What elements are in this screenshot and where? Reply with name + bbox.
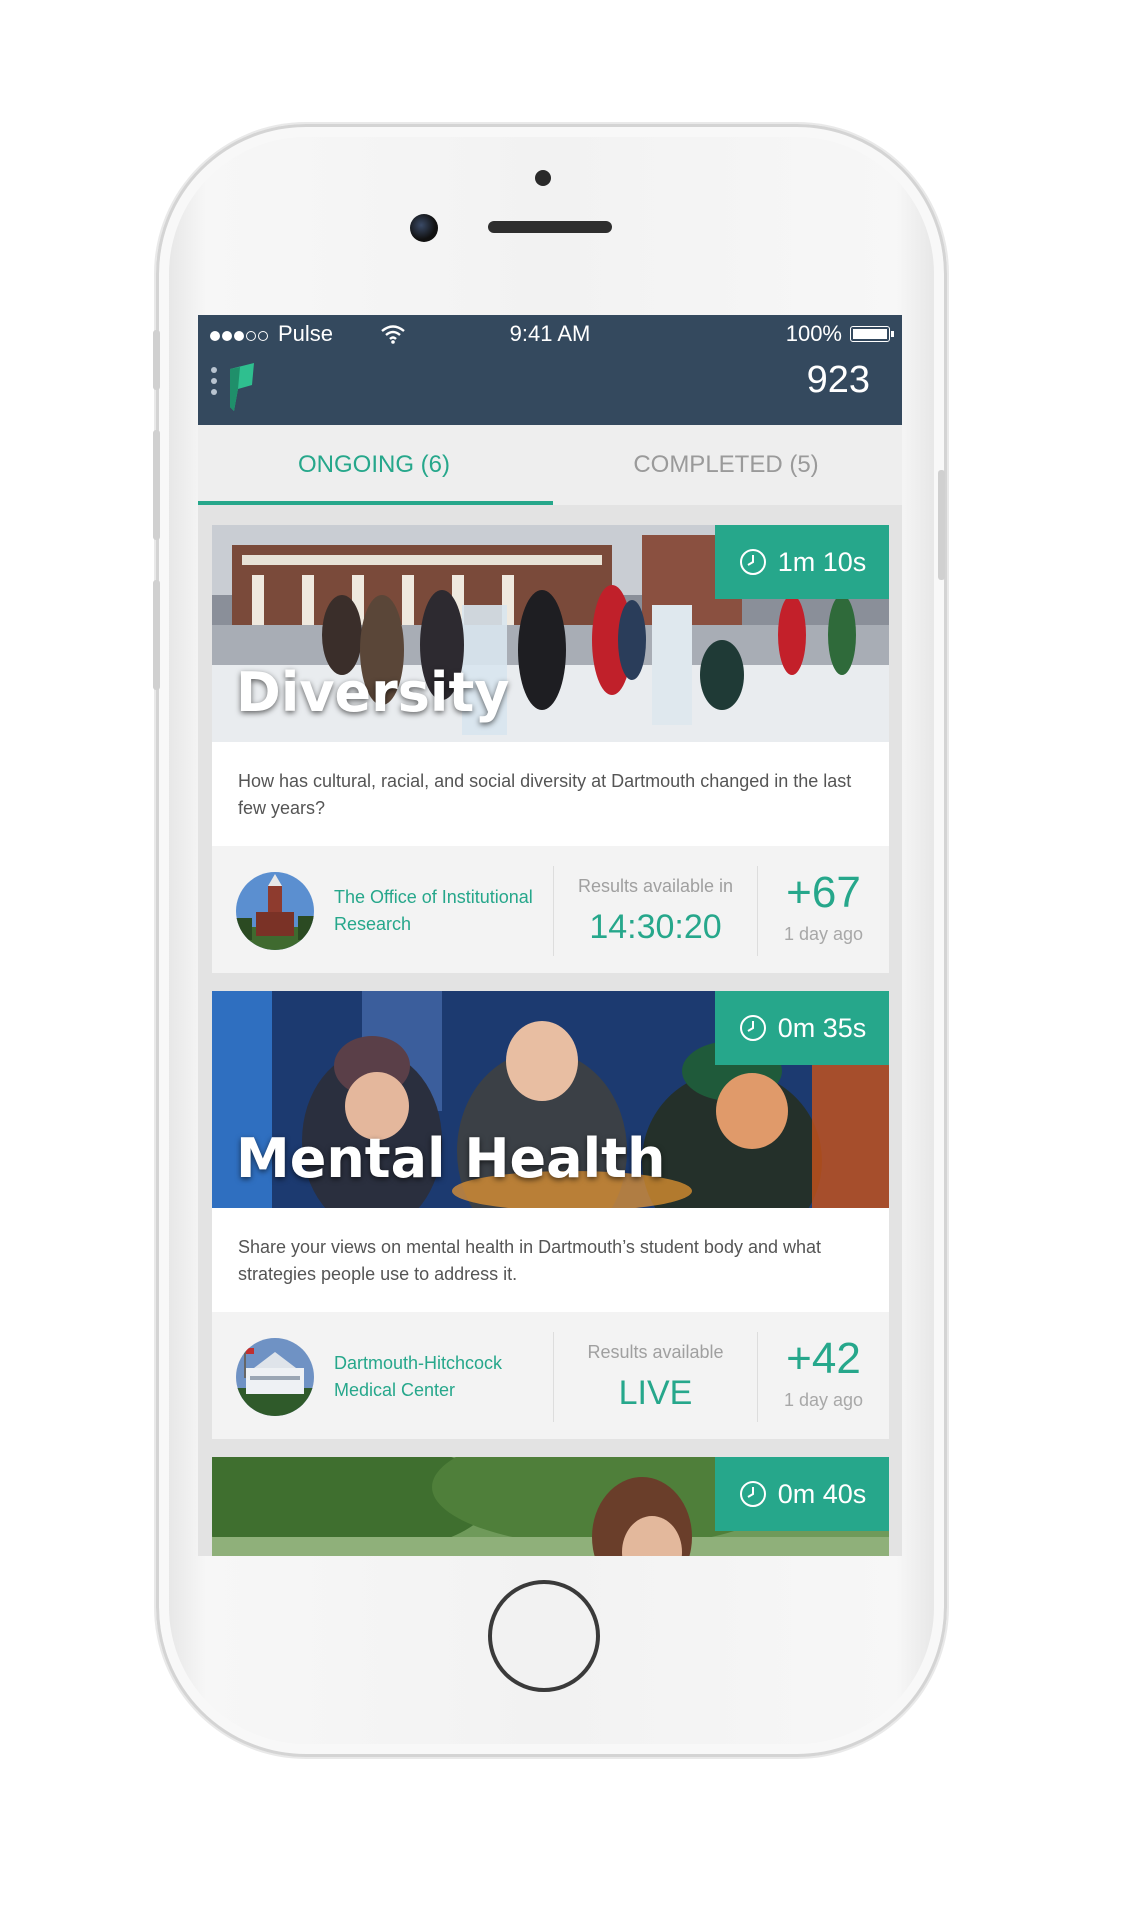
- description-text: How has cultural, racial, and social div…: [238, 771, 852, 818]
- front-camera: [410, 214, 438, 242]
- timer-text: 1m 10s: [777, 546, 867, 577]
- proximity-sensor: [535, 170, 551, 186]
- time-estimate-badge: 0m 40s: [715, 1457, 889, 1531]
- tab-completed[interactable]: COMPLETED (5): [550, 425, 902, 505]
- org-avatar: [236, 872, 314, 950]
- results-status: LIVE: [618, 1374, 693, 1412]
- description-text: Share your views on mental health in Dar…: [238, 1237, 822, 1284]
- card-hero-image: Diversity 1m 10s: [212, 525, 889, 742]
- delta-age: 1 day ago: [783, 1390, 864, 1410]
- card-title: Mental Health: [236, 1127, 666, 1190]
- volume-up-button: [153, 430, 160, 540]
- menu-icon[interactable]: [211, 367, 217, 400]
- earpiece-speaker: [488, 221, 612, 233]
- survey-card[interactable]: Diversity 1m 10s How has cultural, racia…: [212, 525, 889, 973]
- delta-age: 1 day ago: [783, 924, 864, 944]
- card-footer: The Office of Institutional Research Res…: [212, 846, 889, 973]
- response-delta: +42: [786, 1334, 861, 1383]
- timer-text: 0m 35s: [777, 1012, 867, 1043]
- card-hero-image: Mental Health 0m 35s: [212, 991, 889, 1208]
- tab-ongoing[interactable]: ONGOING (6): [198, 425, 550, 505]
- pulse-logo-icon: [230, 363, 254, 411]
- org-name[interactable]: The Office of Institutional Research: [334, 884, 534, 938]
- power-button: [938, 470, 945, 580]
- card-hero-image: 0m 40s: [212, 1457, 889, 1556]
- org-name[interactable]: Dartmouth-Hitchcock Medical Center: [334, 1350, 534, 1404]
- volume-down-button: [153, 580, 160, 690]
- card-title: Diversity: [236, 661, 510, 724]
- timer-text: 0m 40s: [777, 1478, 867, 1509]
- battery-icon: [850, 326, 894, 342]
- time-estimate-badge: 0m 35s: [715, 991, 889, 1065]
- results-countdown: 14:30:20: [589, 908, 722, 946]
- org-building-image: [236, 1338, 314, 1416]
- results-label: Results available in: [577, 876, 734, 896]
- app-screen: Pulse 9:41 AM 100% 923 ONGOING (6) COMPL…: [198, 315, 902, 1556]
- tab-bar: ONGOING (6) COMPLETED (5): [198, 425, 902, 505]
- mute-switch: [153, 330, 160, 390]
- app-header: Pulse 9:41 AM 100% 923: [198, 315, 902, 425]
- clock-icon: [739, 549, 766, 575]
- survey-card[interactable]: 0m 40s: [212, 1457, 889, 1556]
- home-button[interactable]: [488, 1580, 600, 1692]
- results-label: Results available: [587, 1342, 724, 1362]
- clock-icon: [739, 1481, 766, 1507]
- org-avatar: [236, 1338, 314, 1416]
- battery-percent: 100%: [785, 321, 842, 346]
- time-estimate-badge: 1m 10s: [715, 525, 889, 599]
- clock-icon: [739, 1015, 766, 1041]
- card-footer: Dartmouth-Hitchcock Medical Center Resul…: [212, 1312, 889, 1439]
- org-building-image: [236, 872, 314, 950]
- survey-card[interactable]: Mental Health 0m 35s Share your views on…: [212, 991, 889, 1439]
- response-delta: +67: [786, 868, 861, 917]
- points-score: 923: [806, 359, 870, 401]
- battery-status: 100%: [785, 321, 894, 347]
- active-tab-indicator: [198, 501, 553, 505]
- card-description: Share your views on mental health in Dar…: [212, 1208, 889, 1312]
- card-description: How has cultural, racial, and social div…: [212, 742, 889, 846]
